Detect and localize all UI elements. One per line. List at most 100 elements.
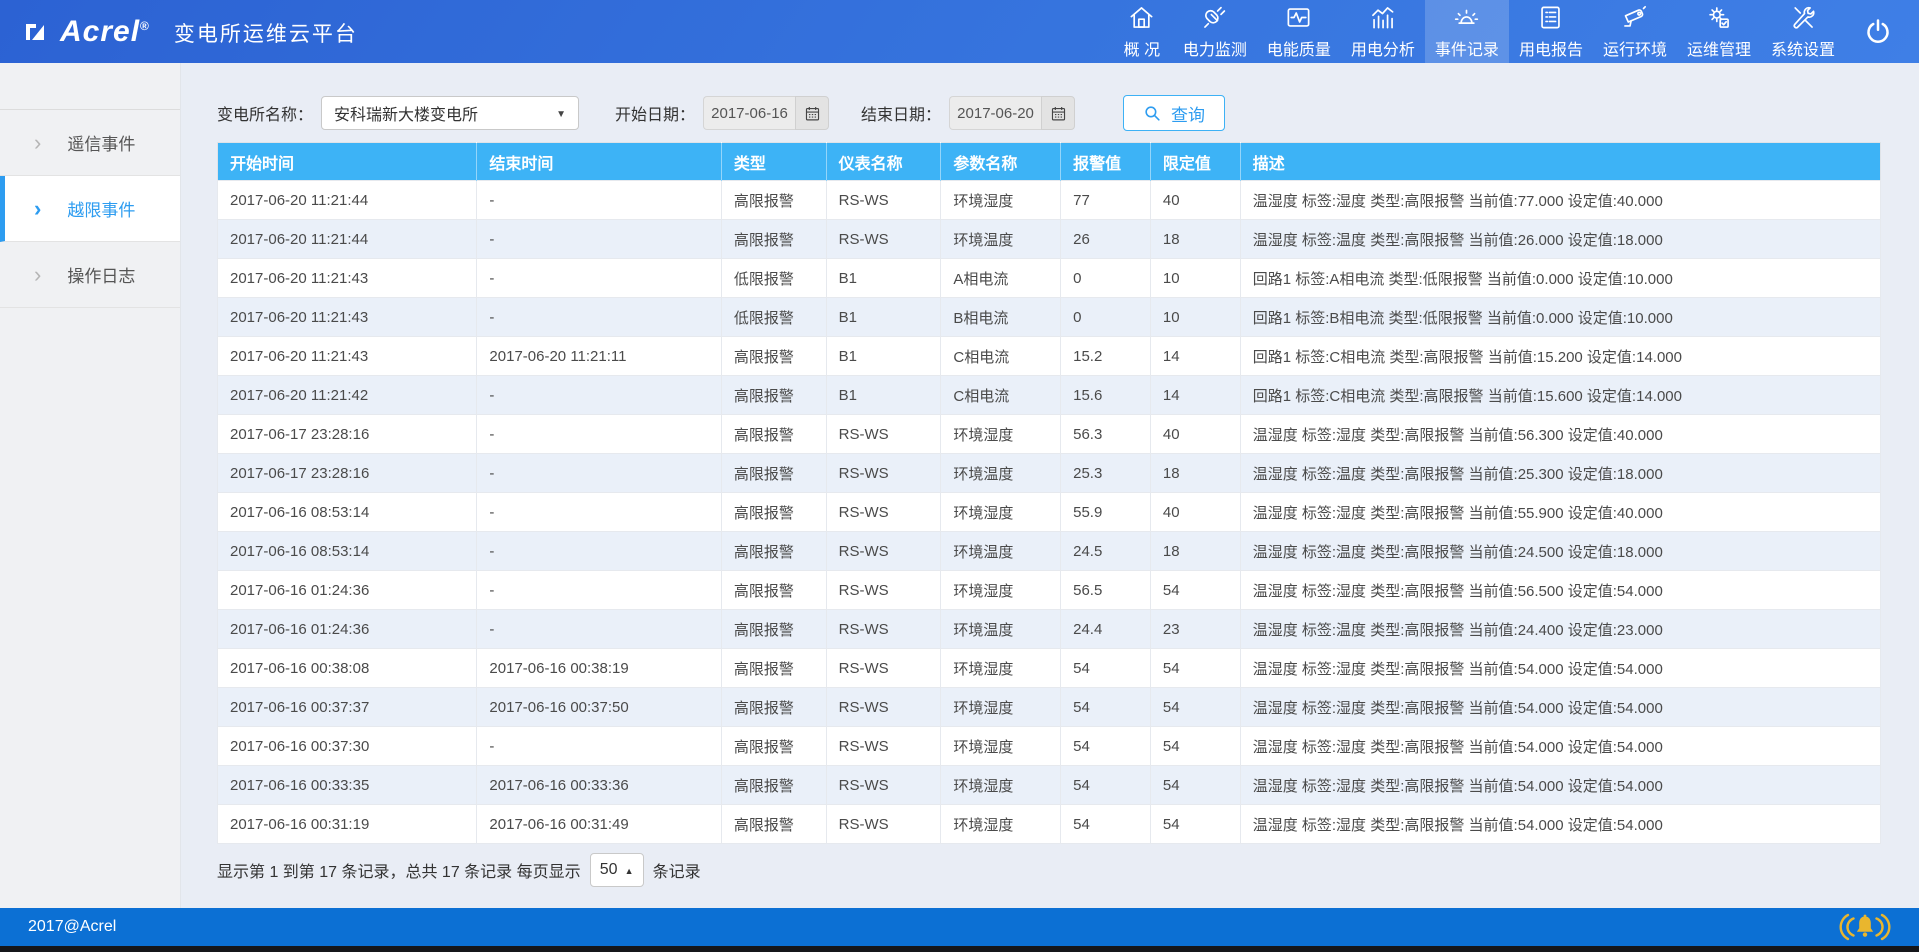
- table-row[interactable]: 2017-06-20 11:21:43-低限报警B1A相电流010回路1 标签:…: [218, 259, 1881, 298]
- nav-item-overview[interactable]: 概 况: [1111, 0, 1173, 63]
- sidebar-item-telesignal-events[interactable]: 遥信事件: [0, 110, 180, 176]
- table-row[interactable]: 2017-06-16 00:31:192017-06-16 00:31:49高限…: [218, 805, 1881, 844]
- table-cell: 环境温度: [941, 220, 1061, 259]
- column-header: 类型: [721, 143, 826, 181]
- table-cell: 2017-06-16 00:37:30: [218, 727, 477, 766]
- table-row[interactable]: 2017-06-16 08:53:14-高限报警RS-WS环境温度24.518温…: [218, 532, 1881, 571]
- nav-item-usage-report[interactable]: 用电报告: [1509, 0, 1593, 63]
- table-row[interactable]: 2017-06-17 23:28:16-高限报警RS-WS环境湿度56.340温…: [218, 415, 1881, 454]
- registered-mark: ®: [140, 19, 150, 33]
- page-size-select[interactable]: 50: [590, 853, 644, 887]
- column-header: 参数名称: [941, 143, 1061, 181]
- table-cell: 18: [1150, 220, 1240, 259]
- search-icon: [1143, 104, 1162, 123]
- table-row[interactable]: 2017-06-20 11:21:43-低限报警B1B相电流010回路1 标签:…: [218, 298, 1881, 337]
- table-row[interactable]: 2017-06-16 01:24:36-高限报警RS-WS环境湿度56.554温…: [218, 571, 1881, 610]
- logout-power-button[interactable]: [1845, 0, 1919, 63]
- table-cell: 15.6: [1061, 376, 1151, 415]
- end-date-input[interactable]: 2017-06-20: [949, 96, 1041, 130]
- table-cell: -: [477, 571, 721, 610]
- table-cell: -: [477, 220, 721, 259]
- column-header: 开始时间: [218, 143, 477, 181]
- table-row[interactable]: 2017-06-20 11:21:42-高限报警B1C相电流15.614回路1 …: [218, 376, 1881, 415]
- chevron-right-icon: [34, 264, 41, 286]
- table-cell: -: [477, 376, 721, 415]
- table-cell: 高限报警: [721, 181, 826, 220]
- nav-item-environment[interactable]: 运行环境: [1593, 0, 1677, 63]
- nav-item-system-settings[interactable]: 系统设置: [1761, 0, 1845, 63]
- table-row[interactable]: 2017-06-20 11:21:44-高限报警RS-WS环境湿度7740温湿度…: [218, 181, 1881, 220]
- dropdown-arrow-icon: [556, 104, 566, 122]
- table-cell: 高限报警: [721, 649, 826, 688]
- start-date-label: 开始日期：: [615, 101, 695, 125]
- table-cell: 24.4: [1061, 610, 1151, 649]
- table-row[interactable]: 2017-06-16 01:24:36-高限报警RS-WS环境温度24.423温…: [218, 610, 1881, 649]
- table-cell: B相电流: [941, 298, 1061, 337]
- nav-item-event-records[interactable]: 事件记录: [1425, 0, 1509, 63]
- table-cell: 2017-06-20 11:21:44: [218, 220, 477, 259]
- table-cell: 低限报警: [721, 259, 826, 298]
- start-date-calendar-button[interactable]: [795, 96, 829, 130]
- column-header: 限定值: [1150, 143, 1240, 181]
- table-cell: 高限报警: [721, 493, 826, 532]
- table-cell: RS-WS: [826, 688, 941, 727]
- alarm-notification-button[interactable]: [1839, 912, 1891, 942]
- table-cell: 54: [1150, 727, 1240, 766]
- sidebar-item-limit-events[interactable]: 越限事件: [0, 176, 180, 242]
- window-edge: [0, 946, 1919, 952]
- table-row[interactable]: 2017-06-16 00:33:352017-06-16 00:33:36高限…: [218, 766, 1881, 805]
- table-cell: 54: [1150, 688, 1240, 727]
- table-cell: 0: [1061, 259, 1151, 298]
- table-cell: -: [477, 259, 721, 298]
- table-cell: RS-WS: [826, 220, 941, 259]
- table-cell: RS-WS: [826, 415, 941, 454]
- sidebar-item-operation-log[interactable]: 操作日志: [0, 242, 180, 308]
- table-cell: 2017-06-16 00:37:37: [218, 688, 477, 727]
- table-row[interactable]: 2017-06-16 00:37:30-高限报警RS-WS环境湿度5454温湿度…: [218, 727, 1881, 766]
- table-row[interactable]: 2017-06-16 00:38:082017-06-16 00:38:19高限…: [218, 649, 1881, 688]
- chevron-right-icon: [34, 132, 41, 154]
- table-row[interactable]: 2017-06-20 11:21:44-高限报警RS-WS环境温度2618温湿度…: [218, 220, 1881, 259]
- station-select[interactable]: 安科瑞新大楼变电所: [321, 96, 579, 130]
- table-cell: RS-WS: [826, 181, 941, 220]
- home-icon: [1128, 4, 1155, 31]
- table-row[interactable]: 2017-06-17 23:28:16-高限报警RS-WS环境温度25.318温…: [218, 454, 1881, 493]
- table-cell: 14: [1150, 376, 1240, 415]
- nav-item-power-monitoring[interactable]: 电力监测: [1173, 0, 1257, 63]
- sidebar-spacer: [0, 63, 180, 110]
- table-cell: -: [477, 298, 721, 337]
- page-title: 变电所运维云平台: [174, 16, 358, 48]
- table-cell: 14: [1150, 337, 1240, 376]
- table-cell: 40: [1150, 415, 1240, 454]
- table-cell: 环境湿度: [941, 805, 1061, 844]
- table-cell: 高限报警: [721, 376, 826, 415]
- table-cell: RS-WS: [826, 727, 941, 766]
- table-cell: RS-WS: [826, 610, 941, 649]
- table-cell: 2017-06-20 11:21:42: [218, 376, 477, 415]
- pagination-suffix: 条记录: [653, 858, 701, 882]
- start-date-input[interactable]: 2017-06-16: [703, 96, 795, 130]
- column-header: 仪表名称: [826, 143, 941, 181]
- search-button[interactable]: 查询: [1123, 95, 1225, 131]
- table-cell: -: [477, 181, 721, 220]
- table-cell: 温湿度 标签:温度 类型:高限报警 当前值:26.000 设定值:18.000: [1240, 220, 1880, 259]
- table-cell: -: [477, 454, 721, 493]
- table-cell: 高限报警: [721, 337, 826, 376]
- nav-item-maintenance[interactable]: 运维管理: [1677, 0, 1761, 63]
- table-cell: 温湿度 标签:湿度 类型:高限报警 当前值:54.000 设定值:54.000: [1240, 805, 1880, 844]
- table-cell: 15.2: [1061, 337, 1151, 376]
- table-cell: 温湿度 标签:温度 类型:高限报警 当前值:25.300 设定值:18.000: [1240, 454, 1880, 493]
- table-cell: 2017-06-17 23:28:16: [218, 415, 477, 454]
- table-row[interactable]: 2017-06-16 00:37:372017-06-16 00:37:50高限…: [218, 688, 1881, 727]
- table-row[interactable]: 2017-06-20 11:21:432017-06-20 11:21:11高限…: [218, 337, 1881, 376]
- table-cell: 高限报警: [721, 766, 826, 805]
- end-date-calendar-button[interactable]: [1041, 96, 1075, 130]
- table-cell: 25.3: [1061, 454, 1151, 493]
- nav-item-usage-analysis[interactable]: 用电分析: [1341, 0, 1425, 63]
- copyright-text: 2017@Acrel: [28, 918, 116, 936]
- table-cell: 54: [1150, 805, 1240, 844]
- table-row[interactable]: 2017-06-16 08:53:14-高限报警RS-WS环境湿度55.940温…: [218, 493, 1881, 532]
- table-cell: 回路1 标签:A相电流 类型:低限报警 当前值:0.000 设定值:10.000: [1240, 259, 1880, 298]
- table-cell: 40: [1150, 181, 1240, 220]
- nav-item-power-quality[interactable]: 电能质量: [1257, 0, 1341, 63]
